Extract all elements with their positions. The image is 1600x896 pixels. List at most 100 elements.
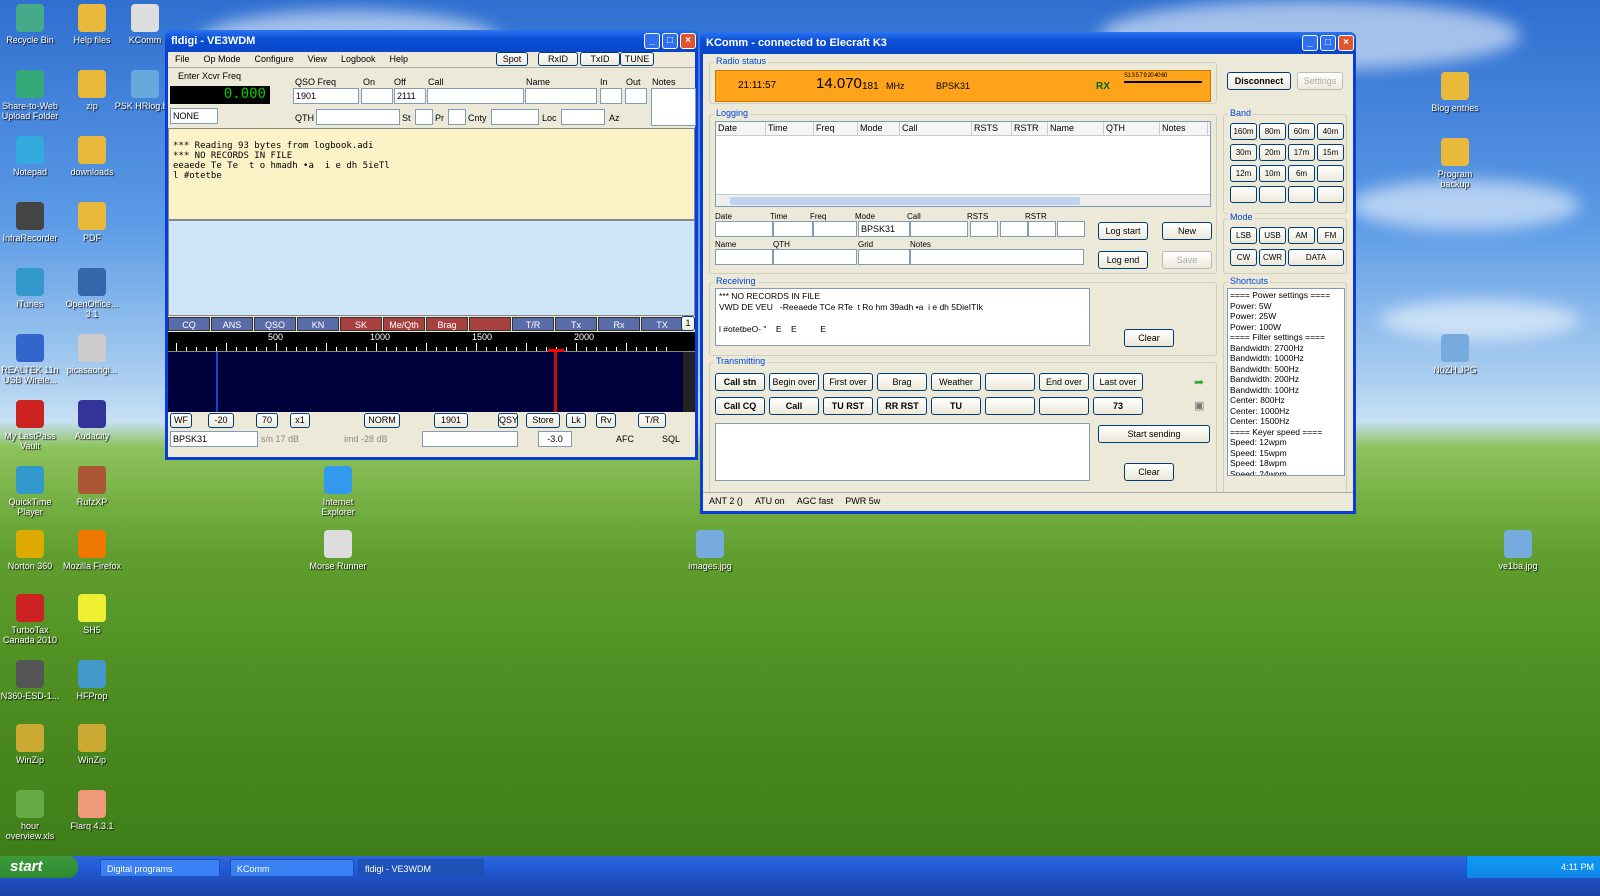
tx-73[interactable]: 73 — [1093, 397, 1143, 415]
kcomm-titlebar[interactable]: KComm - connected to Elecraft K3 _ □ × — [700, 32, 1356, 54]
menu-configure[interactable]: Configure — [248, 52, 301, 66]
task-kcomm[interactable]: KComm — [230, 859, 354, 877]
tx-end-over[interactable]: End over — [1039, 373, 1089, 391]
desktop-icon-morse-runner[interactable]: Morse Runner — [306, 530, 370, 571]
menu-op-mode[interactable]: Op Mode — [197, 52, 248, 66]
wf-control-norm[interactable]: NORM — [364, 413, 400, 428]
desktop-icon-recycle-bin[interactable]: Recycle Bin — [0, 4, 62, 45]
shortcut-item[interactable]: Bandwidth: 200Hz — [1230, 374, 1342, 385]
band-12m[interactable]: 12m — [1230, 165, 1257, 182]
maximize-icon[interactable]: □ — [1320, 35, 1336, 51]
task-fldigi-ve3wdm[interactable]: fldigi - VE3WDM — [358, 859, 484, 877]
desktop-icon-pdf[interactable]: PDF — [60, 202, 124, 243]
wf-control-wf[interactable]: WF — [170, 413, 192, 428]
log-scrollbar[interactable] — [716, 194, 1210, 206]
macro-12[interactable]: TX — [641, 317, 683, 331]
desktop-icon-winzip[interactable]: WinZip — [60, 724, 124, 765]
wf-control-70[interactable]: 70 — [256, 413, 278, 428]
close-icon[interactable]: × — [1338, 35, 1354, 51]
desktop-icon-notepad[interactable]: Notepad — [0, 136, 62, 177]
desktop-icon-quicktime-player[interactable]: QuickTime Player — [0, 466, 62, 517]
desktop-icon-blog-entries[interactable]: Blog entries — [1423, 72, 1487, 113]
desktop-icon-audacity[interactable]: Audacity — [60, 400, 124, 441]
shortcut-item[interactable]: Center: 1000Hz — [1230, 406, 1342, 417]
band-blank[interactable] — [1317, 186, 1344, 203]
tx-blank2-5[interactable] — [985, 397, 1035, 415]
toolbar-tune[interactable]: TUNE — [620, 52, 654, 66]
clear-rx-button[interactable]: Clear — [1124, 329, 1174, 347]
tx-first-over[interactable]: First over — [823, 373, 873, 391]
shortcut-item[interactable]: Bandwidth: 1000Hz — [1230, 353, 1342, 364]
tx-begin-over[interactable]: Begin over — [769, 373, 819, 391]
open-folder-icon[interactable]: ➦ — [1194, 375, 1204, 389]
form-field[interactable] — [813, 221, 857, 237]
form-field[interactable] — [773, 249, 857, 265]
mode-am[interactable]: AM — [1288, 227, 1315, 244]
form-field[interactable] — [715, 221, 773, 237]
form-field[interactable] — [910, 249, 1084, 265]
tx-tu[interactable]: TU — [931, 397, 981, 415]
tx-blank-5[interactable] — [985, 373, 1035, 391]
macro-page[interactable]: 1 — [681, 316, 695, 331]
start-button[interactable]: start — [0, 856, 78, 878]
mode-data[interactable]: DATA — [1288, 249, 1344, 266]
form-mode-select[interactable]: BPSK31 — [858, 221, 910, 237]
desktop-icon-internet-explorer[interactable]: Internet Explorer — [306, 466, 370, 517]
shortcut-item[interactable]: Bandwidth: 2700Hz — [1230, 343, 1342, 354]
freq-display[interactable]: 0.000 — [170, 86, 270, 104]
name-field[interactable] — [525, 88, 597, 104]
call-field[interactable] — [427, 88, 524, 104]
shortcut-item[interactable]: Speed: 12wpm — [1230, 437, 1342, 448]
band-blank[interactable] — [1230, 186, 1257, 203]
status-offset[interactable]: -3.0 — [538, 431, 572, 447]
on-field[interactable] — [361, 88, 393, 104]
form-field[interactable] — [1057, 221, 1085, 237]
wf-control-store[interactable]: Store — [526, 413, 560, 428]
macro-7[interactable]: Brag — [426, 317, 468, 331]
fldigi-tx-text[interactable] — [168, 220, 695, 316]
desktop-icon-picasaorigi[interactable]: picasaorigi... — [60, 334, 124, 375]
shortcut-item[interactable]: Center: 1500Hz — [1230, 416, 1342, 427]
tx-weather[interactable]: Weather — [931, 373, 981, 391]
band-blank[interactable] — [1288, 186, 1315, 203]
macro-5[interactable]: SK — [340, 317, 382, 331]
task-digital-programs[interactable]: Digital programs — [100, 859, 220, 877]
shortcut-item[interactable]: Center: 800Hz — [1230, 395, 1342, 406]
shortcut-item[interactable]: Power: 5W — [1230, 301, 1342, 312]
wf-control-qsy[interactable]: QSY — [498, 413, 518, 428]
tx-rr-rst[interactable]: RR RST — [877, 397, 927, 415]
desktop-icon-realtek-11n-usb-wirele[interactable]: REALTEK 11n USB Wirele... — [0, 334, 62, 385]
disconnect-button[interactable]: Disconnect — [1227, 72, 1291, 90]
menu-help[interactable]: Help — [382, 52, 415, 66]
desktop-icon-turbotax-canada-2010[interactable]: TurboTax Canada 2010 — [0, 594, 62, 645]
save-disk-icon[interactable]: ▣ — [1194, 399, 1204, 412]
wf-control-t-r[interactable]: T/R — [638, 413, 666, 428]
macro-9[interactable]: T/R — [512, 317, 554, 331]
shortcut-item[interactable]: Speed: 24wpm — [1230, 469, 1342, 476]
fldigi-titlebar[interactable]: fldigi - VE3WDM _ □ × — [165, 30, 698, 52]
wf-control-x1[interactable]: x1 — [290, 413, 310, 428]
out-field[interactable] — [625, 88, 647, 104]
shortcut-item[interactable]: Speed: 15wpm — [1230, 448, 1342, 459]
mode-select[interactable]: NONE — [170, 108, 218, 124]
macro-1[interactable]: CQ — [168, 317, 210, 331]
mode-fm[interactable]: FM — [1317, 227, 1344, 244]
tx-call[interactable]: Call — [769, 397, 819, 415]
loc-field[interactable] — [561, 109, 605, 125]
mode-lsb[interactable]: LSB — [1230, 227, 1257, 244]
start-sending-button[interactable]: Start sending — [1098, 425, 1210, 443]
status-mode[interactable]: BPSK31 — [170, 431, 258, 447]
shortcut-item[interactable]: Speed: 18wpm — [1230, 458, 1342, 469]
receive-text[interactable]: *** NO RECORDS IN FILE VWD DE VEU -Reeae… — [715, 288, 1090, 346]
desktop-icon-norton-360[interactable]: Norton 360 — [0, 530, 62, 571]
wf-control-20[interactable]: -20 — [208, 413, 234, 428]
macro-8[interactable] — [469, 317, 511, 331]
shortcut-item[interactable]: Power: 100W — [1230, 322, 1342, 333]
st-field[interactable] — [415, 109, 433, 125]
maximize-icon[interactable]: □ — [662, 33, 678, 49]
desktop-icon-images-jpg[interactable]: images.jpg — [678, 530, 742, 571]
band-10m[interactable]: 10m — [1259, 165, 1286, 182]
in-field[interactable] — [600, 88, 622, 104]
mode-cw[interactable]: CW — [1230, 249, 1257, 266]
desktop-icon-program-backup[interactable]: Program backup — [1423, 138, 1487, 189]
